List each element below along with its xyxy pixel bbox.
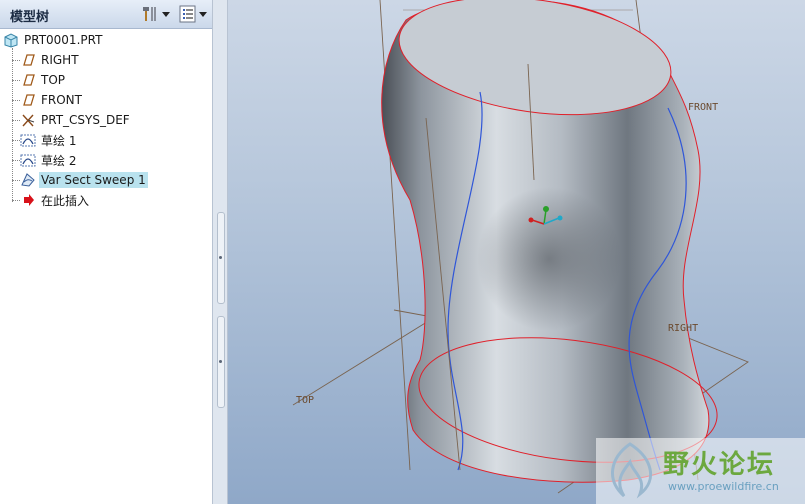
insert-here-arrow-icon	[24, 194, 34, 206]
datum-plane-icon	[23, 74, 35, 86]
tree-connector	[12, 160, 20, 161]
datum-label-top: TOP	[296, 395, 315, 406]
datum-plane-icon	[23, 54, 35, 66]
chevron-down-icon	[162, 12, 170, 17]
tree-item-label: FRONT	[41, 93, 82, 107]
tree-item-var-sect-sweep[interactable]: Var Sect Sweep 1	[0, 170, 212, 190]
list-icon	[179, 5, 196, 23]
model-tree-header: 模型树	[0, 0, 212, 29]
tree-connector	[12, 80, 20, 81]
tree-item-label: RIGHT	[41, 53, 79, 67]
tree-item-sketch-2[interactable]: 草绘 2	[0, 150, 212, 170]
tree-item-label: PRT_CSYS_DEF	[41, 113, 130, 127]
tree-item-root[interactable]: PRT0001.PRT	[0, 30, 212, 50]
tree-item-right[interactable]: RIGHT	[0, 50, 212, 70]
tree-item-label: 草绘 2	[41, 153, 77, 168]
chevron-down-icon	[199, 12, 207, 17]
graphics-viewport[interactable]: FRONT RIGHT TOP 野火论坛 www.proewildfire.cn	[228, 0, 805, 504]
tree-connector	[12, 180, 20, 181]
tree-connector	[12, 200, 20, 201]
tree-item-label: TOP	[41, 73, 66, 87]
model-tree: PRT0001.PRT RIGHT TOP FRONT PRT_CSYS_DEF	[0, 30, 212, 210]
tree-item-insert-here[interactable]: 在此插入	[0, 190, 212, 210]
tree-item-label: 草绘 1	[41, 133, 77, 148]
tree-item-csys[interactable]: PRT_CSYS_DEF	[0, 110, 212, 130]
sweep-icon	[21, 173, 35, 187]
settings-dropdown-button[interactable]	[140, 4, 170, 24]
watermark-text: 野火论坛	[663, 450, 776, 480]
tree-item-sketch-1[interactable]: 草绘 1	[0, 130, 212, 150]
datum-label-front: FRONT	[688, 102, 719, 113]
model-scene	[292, 0, 749, 494]
sketch-icon	[20, 134, 36, 147]
tree-connector	[12, 60, 20, 61]
splitter-grip-upper[interactable]	[217, 212, 225, 304]
tree-connector	[12, 140, 20, 141]
tree-item-front[interactable]: FRONT	[0, 90, 212, 110]
datum-label-right: RIGHT	[668, 323, 699, 334]
forum-watermark: 野火论坛 www.proewildfire.cn	[596, 438, 805, 504]
model-tree-title: 模型树	[10, 10, 50, 25]
flame-logo-icon	[611, 442, 652, 499]
csys-icon	[22, 114, 35, 127]
model-tree-panel: 模型树 PRT0001.PRT RIGHT TOP FRONT PRT_CSYS…	[0, 0, 212, 504]
tree-connector	[12, 120, 20, 121]
tree-item-label: 在此插入	[41, 193, 90, 208]
watermark-url: www.proewildfire.cn	[668, 480, 779, 493]
splitter-grip-lower[interactable]	[217, 316, 225, 408]
tools-icon	[143, 7, 156, 21]
tree-item-top[interactable]: TOP	[0, 70, 212, 90]
datum-plane-icon	[23, 94, 35, 106]
part-icon	[4, 33, 18, 48]
tree-connector	[12, 100, 20, 101]
show-dropdown-button[interactable]	[179, 4, 207, 24]
sketch-icon	[20, 154, 36, 167]
tree-item-label: PRT0001.PRT	[24, 33, 103, 47]
panel-splitter[interactable]	[212, 0, 228, 504]
tree-item-label: Var Sect Sweep 1	[39, 172, 148, 188]
